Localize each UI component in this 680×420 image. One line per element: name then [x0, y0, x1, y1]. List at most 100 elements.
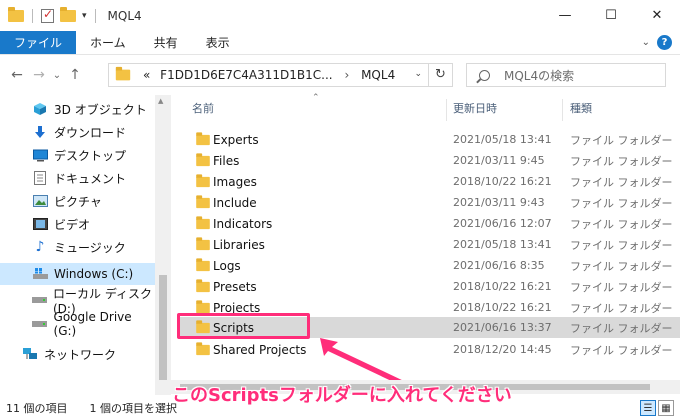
file-row[interactable]: Logs 2021/06/16 8:35 ファイル フォルダー	[177, 255, 680, 276]
desktop-icon	[32, 147, 48, 163]
nav-item-label: ネットワーク	[44, 347, 117, 362]
nav-scrollbar[interactable]: ▲	[155, 95, 171, 395]
nav-item-label: デスクトップ	[54, 148, 127, 163]
file-type: ファイル フォルダー	[570, 343, 673, 357]
file-date: 2021/06/16 12:07	[453, 217, 552, 230]
nav-item-downloads[interactable]: ダウンロード	[0, 121, 155, 143]
file-type: ファイル フォルダー	[570, 196, 673, 210]
picture-icon	[32, 193, 48, 209]
file-name: Include	[213, 195, 257, 210]
file-date: 2018/12/20 14:45	[453, 343, 552, 356]
column-header-type[interactable]: 種類	[570, 95, 592, 123]
forward-button[interactable]: →	[28, 67, 50, 83]
nav-item-documents[interactable]: ドキュメント	[0, 167, 155, 189]
highlight-box	[177, 313, 310, 339]
status-bar: 11 個の項目 1 個の項目を選択 ☰ ▦	[0, 396, 680, 420]
folder-icon	[196, 194, 210, 208]
up-button[interactable]: ↑	[64, 67, 86, 83]
drive-icon	[32, 316, 48, 332]
nav-item-local-disk-d[interactable]: ローカル ディスク (D:)	[0, 287, 155, 316]
file-date: 2021/06/16 8:35	[453, 259, 545, 272]
breadcrumb: « F1DD1D6E7C4A311D1B1C... › MQL4	[143, 68, 395, 82]
nav-item-videos[interactable]: ビデオ	[0, 213, 155, 235]
refresh-button[interactable]: ↻	[428, 64, 452, 86]
file-row[interactable]: Indicators 2021/06/16 12:07 ファイル フォルダー	[177, 213, 680, 234]
scroll-thumb[interactable]	[159, 275, 167, 380]
back-button[interactable]: ←	[6, 67, 28, 83]
file-date: 2018/10/22 16:21	[453, 301, 552, 314]
nav-item-google-drive-g[interactable]: Google Drive (G:)	[0, 310, 155, 338]
file-type: ファイル フォルダー	[570, 280, 673, 294]
file-row[interactable]: Shared Projects 2018/12/20 14:45 ファイル フォルダ…	[177, 339, 680, 360]
nav-item-desktop[interactable]: デスクトップ	[0, 144, 155, 166]
tab-view[interactable]: 表示	[192, 31, 244, 54]
file-date: 2018/10/22 16:21	[453, 280, 552, 293]
nav-item-label: ビデオ	[54, 217, 91, 232]
folder-icon	[115, 66, 131, 81]
nav-item-label: Windows (C:)	[54, 267, 134, 281]
quick-access-dropdown-icon[interactable]: ▾	[82, 11, 87, 21]
file-name: Presets	[213, 279, 257, 294]
nav-item-label: ピクチャ	[54, 194, 102, 209]
column-separator[interactable]	[562, 99, 563, 121]
file-row[interactable]: Include 2021/03/11 9:43 ファイル フォルダー	[177, 192, 680, 213]
properties-icon[interactable]	[41, 7, 54, 23]
minimize-button[interactable]: —	[542, 0, 588, 31]
nav-item-music[interactable]: ♪ ミュージック	[0, 236, 155, 258]
file-date: 2021/05/18 13:41	[453, 238, 552, 251]
details-view-icon[interactable]: ☰	[640, 400, 656, 416]
video-icon	[32, 216, 48, 232]
file-name: Files	[213, 153, 240, 168]
new-folder-icon[interactable]	[60, 6, 76, 22]
file-row[interactable]: Presets 2018/10/22 16:21 ファイル フォルダー	[177, 276, 680, 297]
help-icon[interactable]: ?	[657, 35, 672, 50]
annotation-arrow-icon	[320, 338, 406, 386]
file-name: Images	[213, 174, 257, 189]
breadcrumb-overflow-icon[interactable]: «	[143, 68, 150, 82]
close-button[interactable]: ✕	[634, 0, 680, 31]
recent-locations-icon[interactable]: ⌄	[50, 70, 64, 81]
tab-home[interactable]: ホーム	[76, 31, 140, 54]
drive-icon	[32, 292, 47, 308]
tab-file[interactable]: ファイル	[0, 31, 77, 54]
file-row[interactable]: Files 2021/03/11 9:45 ファイル フォルダー	[177, 150, 680, 171]
nav-item-windows-c[interactable]: Windows (C:)	[0, 263, 155, 285]
column-header-name[interactable]: 名前	[192, 95, 214, 123]
breadcrumb-segment[interactable]: MQL4	[361, 68, 395, 82]
ribbon-expand-icon[interactable]: ⌄	[642, 37, 650, 48]
file-type: ファイル フォルダー	[570, 321, 673, 335]
download-icon	[32, 124, 48, 140]
search-input[interactable]: MQL4の検索	[466, 63, 666, 87]
address-dropdown-icon[interactable]: ⌄	[414, 69, 422, 79]
folder-icon	[196, 215, 210, 229]
title-bar: ▾ MQL4 — ☐ ✕	[0, 0, 680, 31]
breadcrumb-segment[interactable]: F1DD1D6E7C4A311D1B1C...	[160, 68, 332, 82]
sort-ascending-icon: ⌃	[312, 93, 320, 103]
maximize-button[interactable]: ☐	[588, 0, 634, 31]
file-name: Logs	[213, 258, 241, 273]
nav-item-label: 3D オブジェクト	[54, 102, 147, 117]
nav-item-pictures[interactable]: ピクチャ	[0, 190, 155, 212]
window-title: MQL4	[107, 8, 142, 23]
separator	[94, 8, 96, 23]
address-bar[interactable]: « F1DD1D6E7C4A311D1B1C... › MQL4 ⌄ ↻	[108, 63, 453, 87]
large-icons-view-icon[interactable]: ▦	[658, 400, 674, 416]
file-row[interactable]: Experts 2021/05/18 13:41 ファイル フォルダー	[177, 129, 680, 150]
file-date: 2021/05/18 13:41	[453, 133, 552, 146]
tab-share[interactable]: 共有	[140, 31, 192, 54]
folder-icon	[196, 236, 210, 250]
column-header-date[interactable]: 更新日時	[453, 95, 497, 123]
address-row: ← → ⌄ ↑ « F1DD1D6E7C4A311D1B1C... › MQL4…	[0, 55, 680, 95]
file-list: 名前 ⌃ 更新日時 種類 Experts 2021/05/18 13:41 ファイル…	[172, 93, 680, 395]
file-name: Indicators	[213, 216, 273, 231]
column-separator[interactable]	[446, 99, 447, 121]
nav-item-3d-objects[interactable]: 3D オブジェクト	[0, 98, 155, 120]
file-row[interactable]: Images 2018/10/22 16:21 ファイル フォルダー	[177, 171, 680, 192]
scroll-up-icon[interactable]: ▲	[158, 97, 163, 105]
file-type: ファイル フォルダー	[570, 154, 673, 168]
file-type: ファイル フォルダー	[570, 217, 673, 231]
nav-item-network[interactable]: ネットワーク	[0, 343, 155, 365]
folder-icon	[196, 257, 210, 271]
file-row[interactable]: Libraries 2021/05/18 13:41 ファイル フォルダー	[177, 234, 680, 255]
separator	[32, 8, 33, 23]
